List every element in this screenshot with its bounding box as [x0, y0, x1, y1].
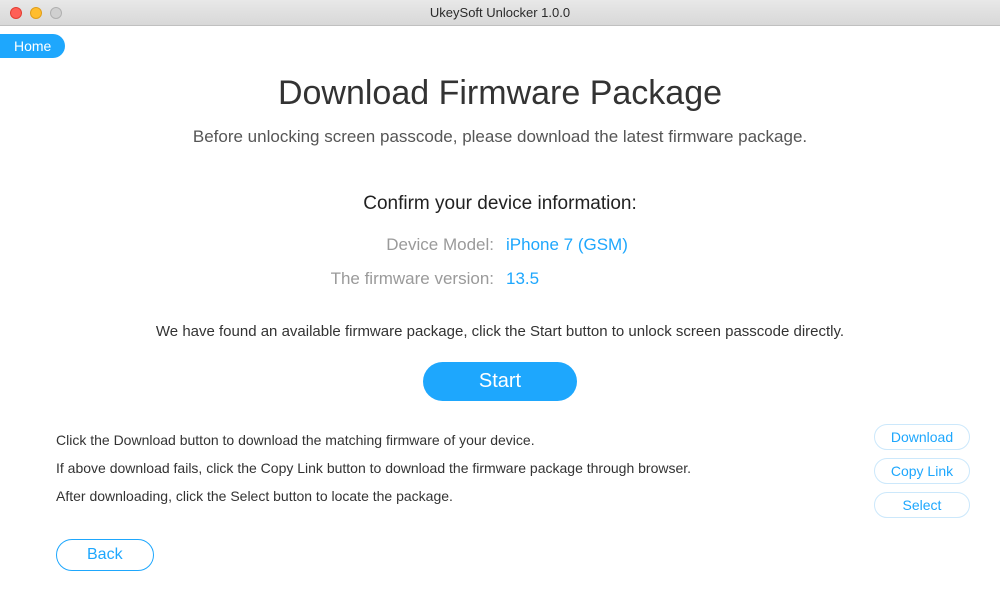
instruction-line-1: Click the Download button to download th… [56, 426, 691, 454]
copy-link-button[interactable]: Copy Link [874, 458, 970, 484]
minimize-icon[interactable] [30, 7, 42, 19]
home-tab[interactable]: Home [0, 34, 65, 58]
firmware-version-label: The firmware version: [314, 269, 494, 289]
back-button[interactable]: Back [56, 539, 154, 571]
device-model-label: Device Model: [314, 235, 494, 255]
start-button[interactable]: Start [423, 362, 577, 401]
close-icon[interactable] [10, 7, 22, 19]
side-buttons: Download Copy Link Select [874, 424, 970, 518]
page-subtitle: Before unlocking screen passcode, please… [0, 127, 1000, 147]
page-title: Download Firmware Package [0, 74, 1000, 113]
traffic-lights [0, 7, 62, 19]
instruction-line-3: After downloading, click the Select butt… [56, 482, 691, 510]
window-title: UkeySoft Unlocker 1.0.0 [0, 5, 1000, 20]
main-content: Home Download Firmware Package Before un… [0, 26, 1000, 601]
select-button[interactable]: Select [874, 492, 970, 518]
download-button[interactable]: Download [874, 424, 970, 450]
firmware-version-value[interactable]: 13.5 [506, 269, 686, 289]
maximize-icon[interactable] [50, 7, 62, 19]
device-model-value[interactable]: iPhone 7 (GSM) [506, 235, 686, 255]
found-firmware-text: We have found an available firmware pack… [0, 323, 1000, 340]
device-model-row: Device Model: iPhone 7 (GSM) [0, 235, 1000, 255]
titlebar: UkeySoft Unlocker 1.0.0 [0, 0, 1000, 26]
firmware-version-row: The firmware version: 13.5 [0, 269, 1000, 289]
content-area: Download Firmware Package Before unlocki… [0, 26, 1000, 401]
instructions-block: Click the Download button to download th… [56, 426, 691, 510]
confirm-heading: Confirm your device information: [0, 193, 1000, 215]
instruction-line-2: If above download fails, click the Copy … [56, 454, 691, 482]
